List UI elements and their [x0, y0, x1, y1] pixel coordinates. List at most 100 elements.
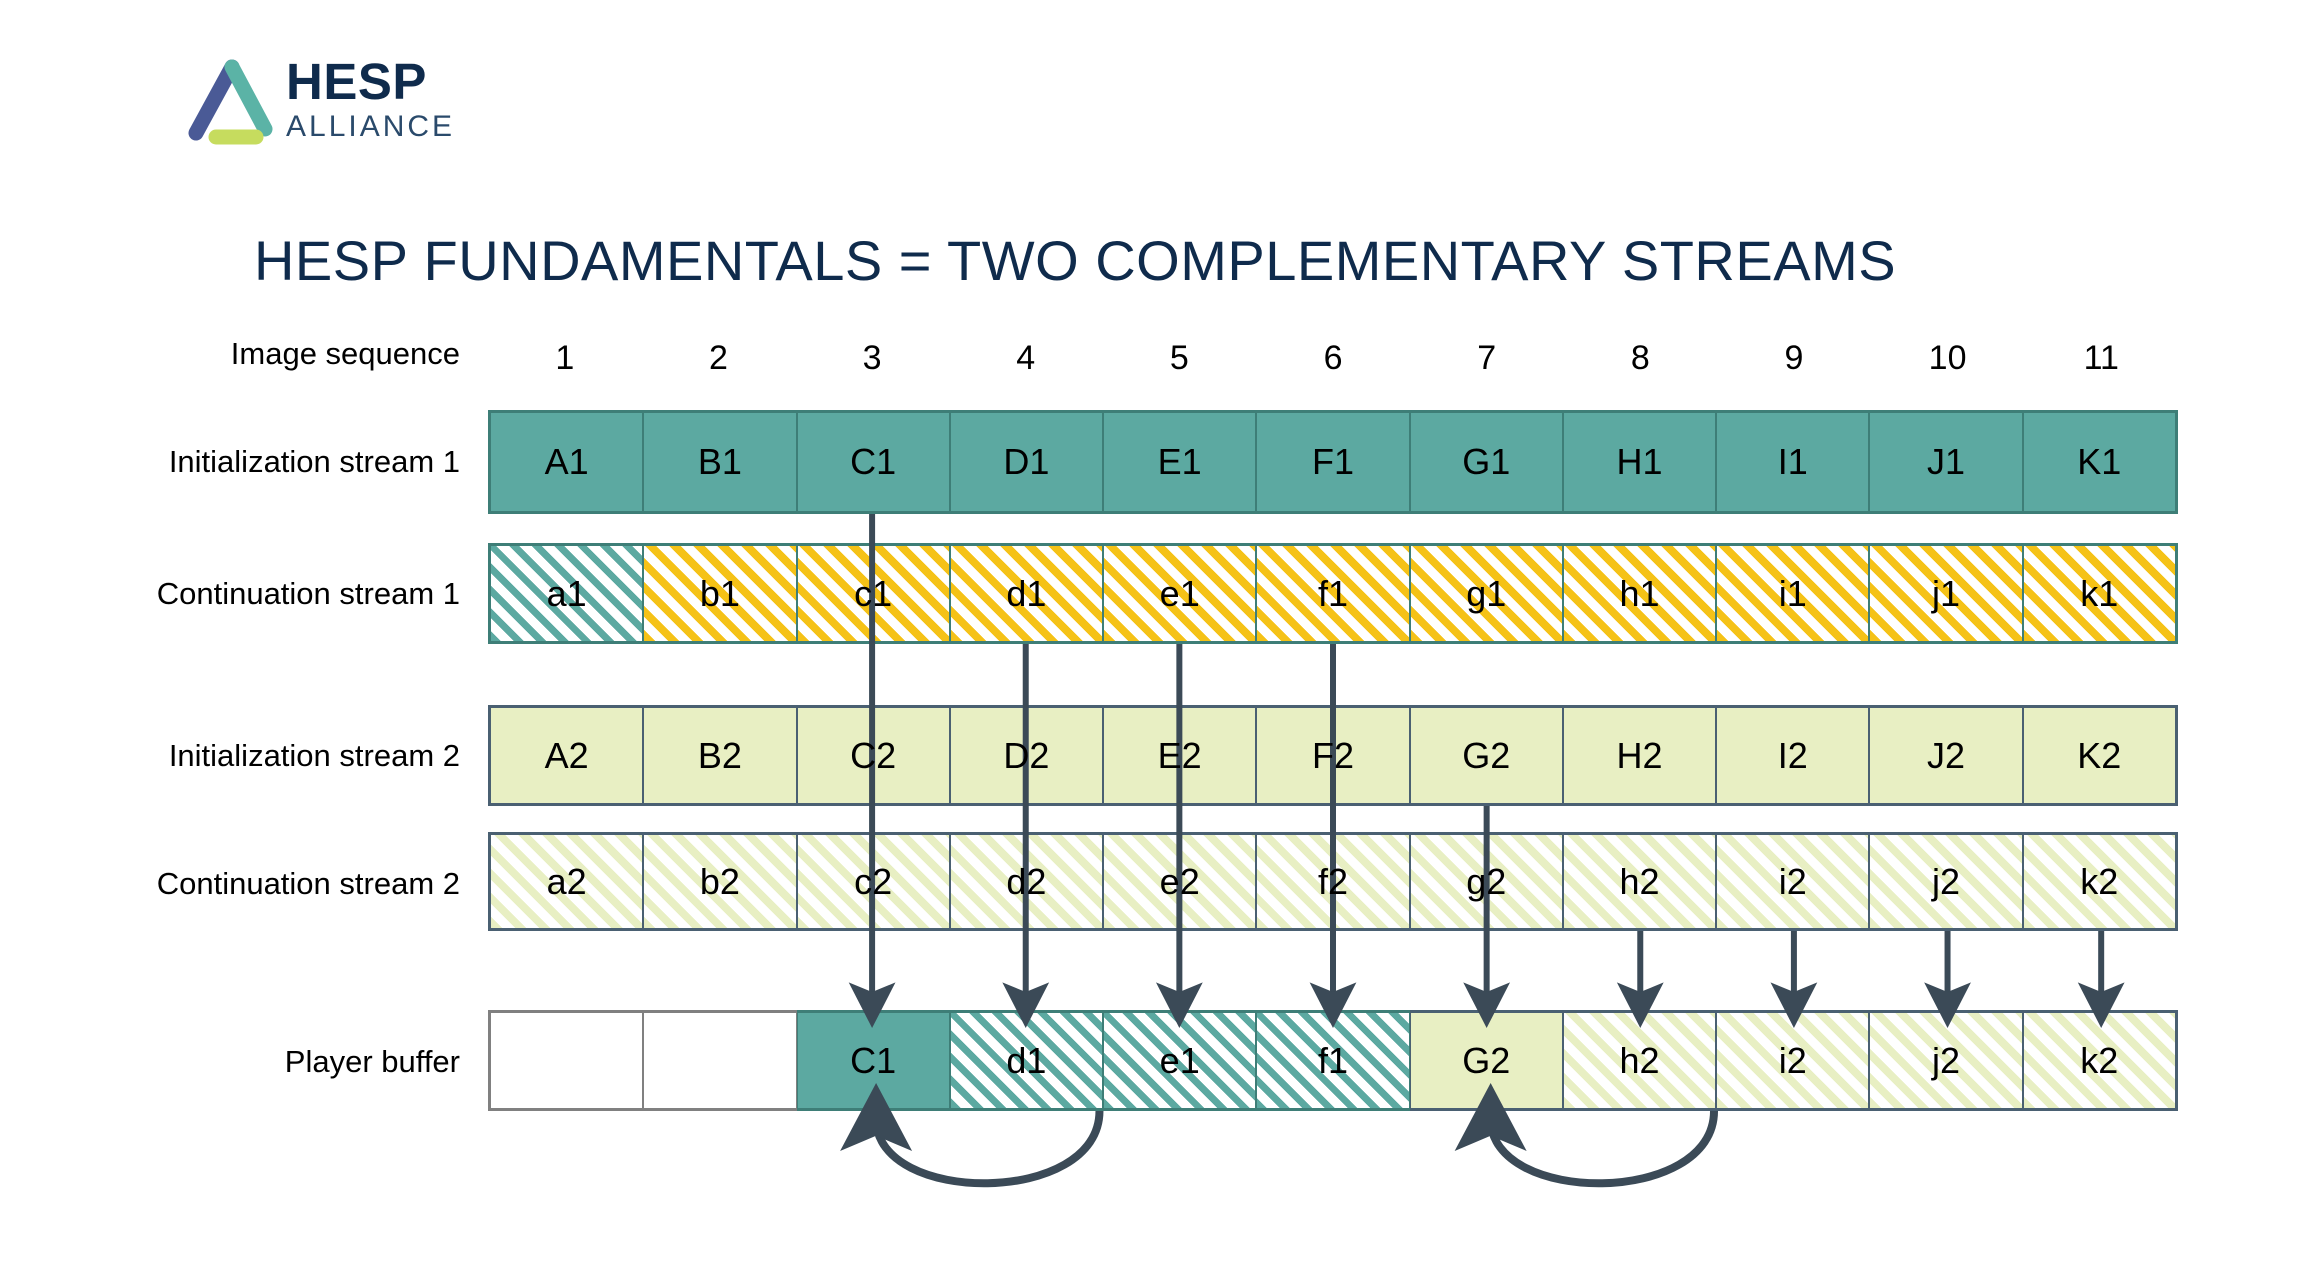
cell-init1-G1: G1	[1409, 410, 1563, 514]
cell-label: d1	[1006, 1039, 1047, 1081]
cell-label: B2	[697, 734, 742, 776]
cell-init1-J1: J1	[1869, 410, 2023, 514]
cell-cont2-g2: g2	[1409, 832, 1563, 931]
row-continuation-stream-2: a2 b2 c2 d2 e2 f2 g2 h2 i2 j2 k2	[488, 832, 2178, 931]
cell-init1-E1: E1	[1103, 410, 1257, 514]
sequence-number: 3	[862, 339, 882, 377]
cell-label: a2	[546, 860, 587, 902]
cell-cont2-i2: i2	[1716, 832, 1870, 931]
loopback-arrow-8-to-7	[1454, 1083, 1719, 1188]
cell-label: H2	[1616, 734, 1663, 776]
loopback-arrow-4-to-3	[840, 1083, 1104, 1188]
cell-label: i2	[1778, 860, 1807, 902]
cell-cont2-j2: j2	[1869, 832, 2023, 931]
cell-label: d2	[1006, 860, 1047, 902]
cell-cont1-f1: f1	[1256, 543, 1410, 644]
cell-label: J2	[1927, 734, 1966, 776]
label-continuation-stream-1: Continuation stream 1	[156, 576, 460, 611]
cell-init2-B2: B2	[643, 705, 797, 806]
cell-init2-D2: D2	[949, 705, 1104, 806]
cell-cont2-d2: d2	[949, 832, 1104, 931]
cell-label: C2	[850, 734, 897, 776]
cell-init2-F2: F2	[1256, 705, 1410, 806]
cell-cont1-g1: g1	[1409, 543, 1563, 644]
hesp-alliance-logo: HESP ALLIANCE	[182, 55, 452, 160]
cell-label: G1	[1462, 441, 1511, 482]
cell-label: c2	[854, 860, 893, 902]
cell-player-h2: h2	[1562, 1010, 1717, 1111]
logo-wordmark: HESP ALLIANCE	[286, 53, 456, 145]
row-player-buffer: C1 d1 e1 f1 G2 h2 i2 j2 k2	[488, 1010, 2178, 1111]
cell-label: e1	[1159, 1039, 1200, 1081]
sequence-number: 6	[1323, 339, 1343, 377]
cell-label: b1	[699, 572, 740, 614]
sequence-number: 4	[1016, 339, 1036, 377]
cell-init2-H2: H2	[1562, 705, 1717, 806]
hesp-triangle-logo-icon	[188, 59, 273, 145]
cell-cont1-i1: i1	[1716, 543, 1870, 644]
logo-name: HESP	[286, 53, 427, 110]
cell-label: f2	[1317, 860, 1348, 902]
cell-label: D1	[1003, 441, 1050, 482]
cell-init1-B1: B1	[643, 410, 797, 514]
cell-init2-K2: K2	[2022, 705, 2178, 806]
cell-label: H1	[1616, 441, 1663, 482]
cell-label: e1	[1159, 572, 1200, 614]
cell-label: K2	[2077, 734, 2122, 776]
cell-label: i1	[1778, 572, 1807, 614]
cell-player-G2: G2	[1409, 1010, 1563, 1111]
cell-label: j2	[1932, 860, 1961, 902]
cell-cont2-a2: a2	[488, 832, 644, 931]
cell-init1-H1: H1	[1562, 410, 1717, 514]
cell-label: g2	[1466, 860, 1507, 902]
cell-cont1-b1: b1	[643, 543, 797, 644]
cell-init2-C2: C2	[796, 705, 950, 806]
cell-player-j2: j2	[1869, 1010, 2023, 1111]
cell-label: f1	[1317, 572, 1348, 614]
cell-cont2-b2: b2	[643, 832, 797, 931]
cell-label: j2	[1932, 1039, 1961, 1081]
cell-label: A2	[544, 734, 589, 776]
cell-cont1-k1: k1	[2022, 543, 2178, 644]
label-initialization-stream-2: Initialization stream 2	[168, 738, 460, 773]
cell-label: k2	[2080, 860, 2119, 902]
cell-cont2-k2: k2	[2022, 832, 2178, 931]
sequence-number: 9	[1784, 339, 1804, 377]
cell-cont1-j1: j1	[1869, 543, 2023, 644]
cell-cont2-c2: c2	[796, 832, 950, 931]
cell-label: I1	[1777, 441, 1808, 482]
cell-label: A1	[544, 441, 589, 482]
cell-player-f1: f1	[1256, 1010, 1410, 1111]
cell-player-empty	[488, 1010, 644, 1111]
image-sequence-header: 1 2 3 4 5 6 7 8 9 10 11	[488, 334, 2178, 382]
cell-player-empty	[643, 1010, 797, 1111]
cell-cont2-f2: f2	[1256, 832, 1410, 931]
page-title: HESP FUNDAMENTALS = TWO COMPLEMENTARY ST…	[253, 229, 1897, 292]
sequence-number: 2	[709, 339, 728, 377]
cell-label: E2	[1157, 734, 1202, 776]
cell-cont1-d1: d1	[949, 543, 1104, 644]
cell-player-i2: i2	[1716, 1010, 1870, 1111]
cell-label: i2	[1778, 1039, 1807, 1081]
row-initialization-stream-1: A1 B1 C1 D1 E1 F1 G1 H1 I1 J1 K1	[488, 410, 2178, 514]
row-initialization-stream-2: A2 B2 C2 D2 E2 F2 G2 H2 I2 J2 K2	[488, 705, 2178, 806]
row-continuation-stream-1: a1 b1 c1 d1 e1 f1 g1 h1 i1 j1 k1	[488, 543, 2178, 644]
cell-label: f1	[1317, 1039, 1348, 1081]
sequence-number: 1	[555, 339, 575, 377]
sequence-number: 5	[1169, 339, 1189, 377]
cell-label: h1	[1619, 572, 1660, 614]
cell-init1-A1: A1	[488, 410, 644, 514]
cell-label: d1	[1006, 572, 1047, 614]
cell-player-e1: e1	[1103, 1010, 1257, 1111]
cell-init1-C1: C1	[796, 410, 950, 514]
cell-cont1-c1: c1	[796, 543, 950, 644]
sequence-number: 7	[1477, 339, 1497, 377]
cell-label: h2	[1619, 1039, 1660, 1081]
logo-subtitle: ALLIANCE	[286, 110, 456, 143]
cell-label: k1	[2080, 572, 2119, 614]
label-continuation-stream-2: Continuation stream 2	[156, 866, 460, 901]
cell-init1-D1: D1	[949, 410, 1104, 514]
cell-label: J1	[1927, 441, 1966, 482]
cell-label: c1	[854, 572, 893, 614]
label-initialization-stream-1: Initialization stream 1	[168, 444, 460, 479]
